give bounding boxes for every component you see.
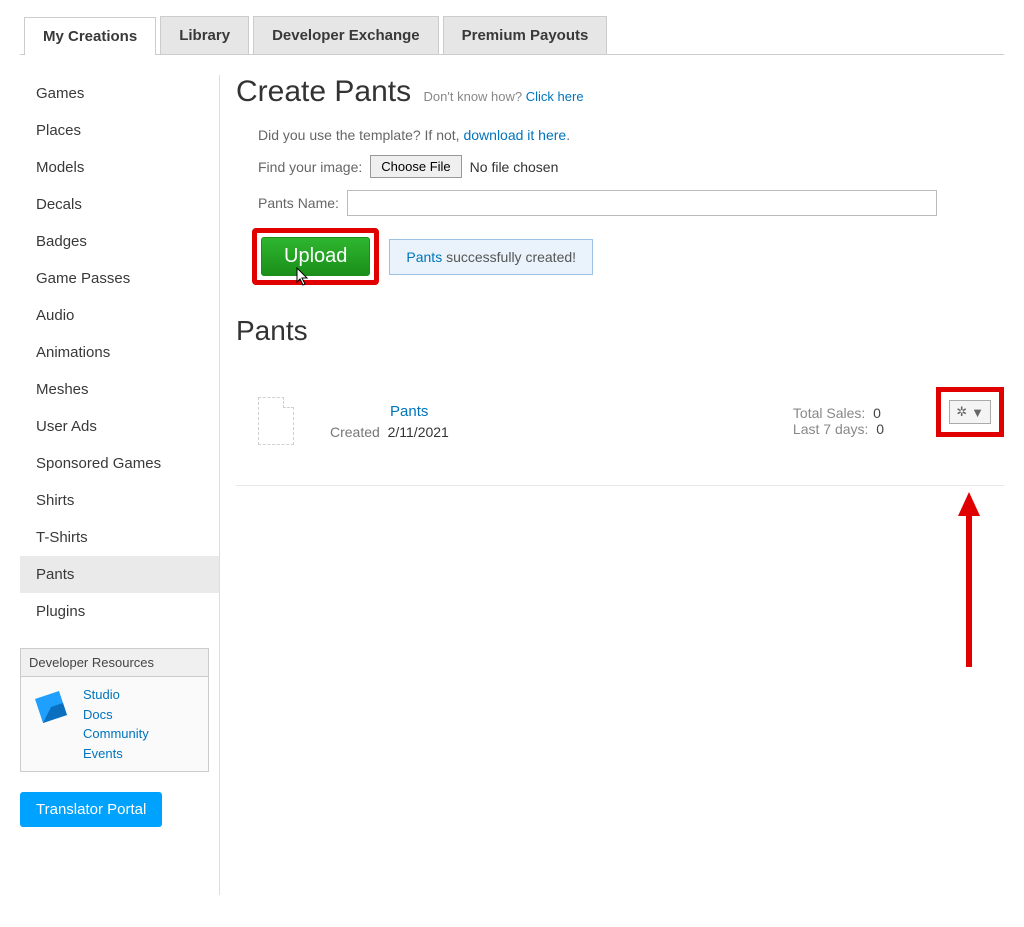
dev-link-community[interactable]: Community bbox=[83, 724, 149, 744]
asset-row: Pants Created 2/11/2021 Total Sales: 0 L… bbox=[236, 397, 1004, 486]
page-title: Create Pants bbox=[236, 75, 411, 109]
asset-settings-button[interactable]: ✲▼ bbox=[949, 400, 991, 424]
last7-value: 0 bbox=[876, 421, 884, 437]
total-sales-value: 0 bbox=[873, 405, 881, 421]
tab-my-creations[interactable]: My Creations bbox=[24, 17, 156, 55]
no-file-chosen-text: No file chosen bbox=[470, 159, 559, 175]
created-label: Created bbox=[330, 424, 380, 440]
sidebar-item-tshirts[interactable]: T-Shirts bbox=[20, 519, 219, 556]
pants-list-heading: Pants bbox=[236, 315, 1004, 347]
sidebar-item-places[interactable]: Places bbox=[20, 112, 219, 149]
translator-portal-button[interactable]: Translator Portal bbox=[20, 792, 162, 827]
download-template-link[interactable]: download it here bbox=[463, 127, 566, 143]
gear-highlight-annotation: ✲▼ bbox=[936, 387, 1004, 437]
sidebar-item-pants[interactable]: Pants bbox=[20, 556, 219, 593]
sidebar-item-models[interactable]: Models bbox=[20, 149, 219, 186]
main-content: Create Pants Don't know how? Click here … bbox=[220, 75, 1004, 895]
arrow-annotation-icon bbox=[954, 492, 984, 672]
dev-link-docs[interactable]: Docs bbox=[83, 705, 149, 725]
sidebar-item-user-ads[interactable]: User Ads bbox=[20, 408, 219, 445]
sidebar-item-games[interactable]: Games bbox=[20, 75, 219, 112]
cursor-icon bbox=[293, 267, 311, 294]
created-date: 2/11/2021 bbox=[388, 424, 449, 440]
success-message: Pants successfully created! bbox=[389, 239, 593, 275]
find-image-label: Find your image: bbox=[258, 159, 362, 175]
pants-name-label: Pants Name: bbox=[258, 195, 339, 211]
sidebar-item-sponsored-games[interactable]: Sponsored Games bbox=[20, 445, 219, 482]
sidebar-item-decals[interactable]: Decals bbox=[20, 186, 219, 223]
subtitle: Don't know how? Click here bbox=[424, 89, 584, 104]
template-prompt: Did you use the template? If not, downlo… bbox=[236, 127, 1004, 143]
developer-resources-panel: Developer Resources Studio Docs Communit… bbox=[20, 648, 209, 772]
total-sales-label: Total Sales: bbox=[793, 405, 865, 421]
tab-developer-exchange[interactable]: Developer Exchange bbox=[253, 16, 439, 54]
tab-library[interactable]: Library bbox=[160, 16, 249, 54]
roblox-studio-icon bbox=[29, 685, 73, 729]
sidebar-item-plugins[interactable]: Plugins bbox=[20, 593, 219, 630]
sidebar-item-badges[interactable]: Badges bbox=[20, 223, 219, 260]
top-tabs: My Creations Library Developer Exchange … bbox=[20, 16, 1004, 55]
upload-button[interactable]: Upload bbox=[261, 237, 370, 276]
sidebar: Games Places Models Decals Badges Game P… bbox=[20, 75, 220, 895]
sidebar-item-game-passes[interactable]: Game Passes bbox=[20, 260, 219, 297]
pants-name-input[interactable] bbox=[347, 190, 937, 216]
gear-icon: ✲ bbox=[956, 404, 967, 420]
tab-premium-payouts[interactable]: Premium Payouts bbox=[443, 16, 608, 54]
chevron-down-icon: ▼ bbox=[971, 405, 984, 420]
dev-resources-header: Developer Resources bbox=[21, 649, 208, 677]
dev-link-studio[interactable]: Studio bbox=[83, 685, 149, 705]
sidebar-item-meshes[interactable]: Meshes bbox=[20, 371, 219, 408]
choose-file-button[interactable]: Choose File bbox=[370, 155, 461, 178]
last7-label: Last 7 days: bbox=[793, 421, 869, 437]
sidebar-item-shirts[interactable]: Shirts bbox=[20, 482, 219, 519]
upload-highlight-annotation: Upload bbox=[252, 228, 379, 285]
dev-link-events[interactable]: Events bbox=[83, 744, 149, 764]
sidebar-item-audio[interactable]: Audio bbox=[20, 297, 219, 334]
asset-name-link[interactable]: Pants bbox=[330, 403, 449, 420]
click-here-link[interactable]: Click here bbox=[526, 89, 584, 104]
file-icon bbox=[258, 397, 294, 445]
sidebar-item-animations[interactable]: Animations bbox=[20, 334, 219, 371]
